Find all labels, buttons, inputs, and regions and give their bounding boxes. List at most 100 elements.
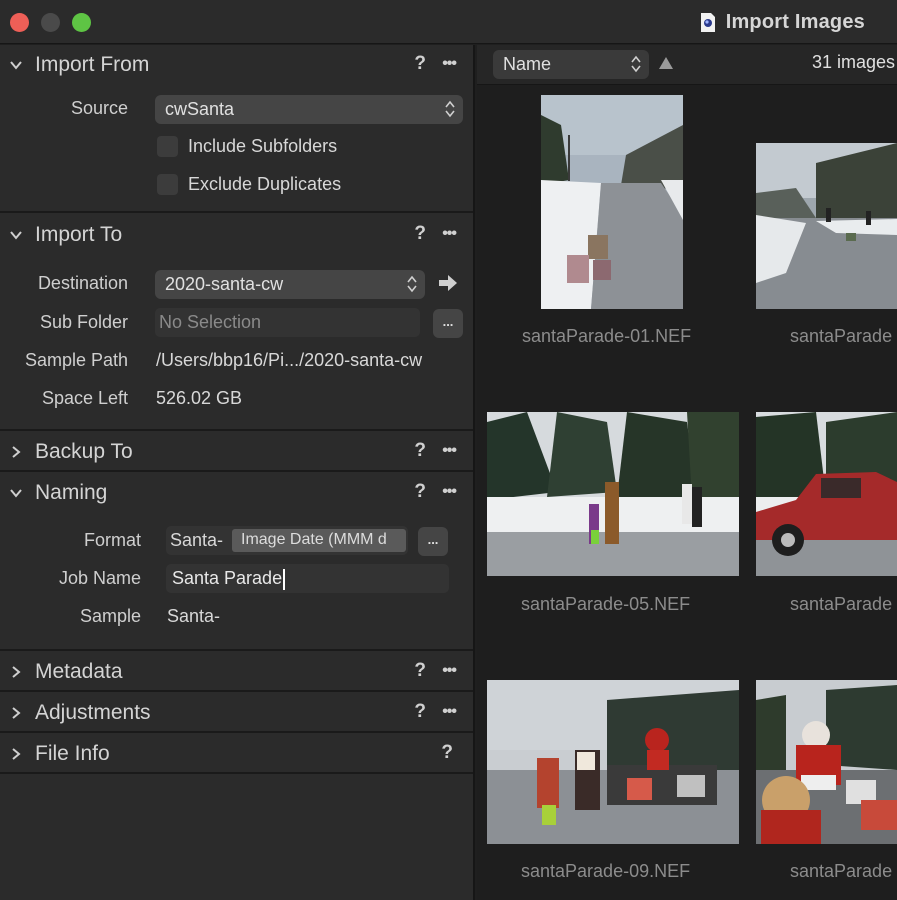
exclude-duplicates-checkbox[interactable] [157, 174, 178, 195]
chevron-updown-icon [407, 275, 417, 293]
space-left-value: 526.02 GB [156, 388, 243, 408]
include-subfolders-label[interactable]: Include Subfolders [188, 136, 337, 157]
section-title: Metadata [35, 660, 123, 683]
chevron-right-icon[interactable] [9, 445, 23, 459]
source-value: cwSanta [165, 99, 235, 119]
chevron-down-icon[interactable] [9, 58, 23, 72]
job-name-label: Job Name [58, 568, 141, 588]
subfolder-browse-button[interactable]: ... [433, 309, 463, 338]
exclude-duplicates-label[interactable]: Exclude Duplicates [188, 174, 341, 195]
sample-value: Santa- [167, 606, 221, 626]
help-button[interactable]: ? [441, 742, 453, 764]
section-metadata[interactable]: Metadata ? ••• [0, 652, 473, 692]
section-divider [0, 211, 473, 213]
thumbnail-photo [756, 412, 897, 576]
thumbnail-filename: santaParade [790, 861, 893, 881]
job-name-input[interactable]: Santa Parade [166, 564, 449, 593]
section-title: Adjustments [35, 701, 151, 724]
section-divider [0, 731, 473, 733]
format-prefix: Santa- [170, 530, 224, 550]
more-options-button[interactable]: ••• [442, 442, 457, 460]
thumbnail-image[interactable] [756, 412, 897, 576]
thumbnail-photo [541, 95, 683, 309]
thumbnail-photo [487, 680, 739, 844]
browser-toolbar: Name 31 images [477, 45, 897, 85]
title-bar: Import Images [0, 0, 897, 44]
sample-label: Sample [79, 606, 141, 626]
thumbnail-image[interactable] [487, 412, 739, 576]
window-title-text: Import Images [725, 10, 865, 33]
help-button[interactable]: ? [414, 481, 426, 503]
format-label: Format [83, 530, 141, 550]
thumbnail-filename: santaParade [790, 326, 893, 346]
section-divider [0, 649, 473, 651]
thumbnail-filename: santaParade [790, 594, 893, 614]
chevron-updown-icon [631, 55, 641, 73]
thumbnail-photo [756, 143, 897, 309]
help-button[interactable]: ? [414, 660, 426, 682]
subfolder-field[interactable]: No Selection [155, 308, 420, 337]
thumbnail-filename: santaParade-05.NEF [521, 594, 691, 614]
section-title: File Info [35, 742, 110, 765]
arrow-right-icon[interactable] [438, 274, 458, 292]
more-options-button[interactable]: ••• [442, 703, 457, 721]
sort-ascending-icon[interactable] [658, 56, 674, 70]
job-name-value: Santa Parade [172, 568, 285, 590]
more-options-button[interactable]: ••• [442, 662, 457, 680]
thumbnail-image[interactable] [756, 680, 897, 844]
source-select[interactable]: cwSanta [155, 95, 463, 124]
sample-path-value: /Users/bbp16/Pi.../2020-santa-cw [156, 350, 423, 370]
chevron-down-icon[interactable] [9, 228, 23, 242]
chevron-right-icon[interactable] [9, 665, 23, 679]
format-field[interactable]: Santa- Image Date (MMM d [166, 526, 408, 555]
section-title: Naming [35, 481, 108, 504]
section-title: Import To [35, 223, 123, 246]
more-options-button[interactable]: ••• [442, 55, 457, 73]
format-options-button[interactable]: ... [418, 527, 448, 556]
thumbnail-photo [487, 412, 739, 576]
thumbnail-image[interactable] [756, 143, 897, 309]
section-import-to[interactable]: Import To ? ••• [0, 215, 473, 255]
section-divider [0, 470, 473, 472]
zoom-window-button[interactable] [72, 13, 91, 32]
import-settings-panel: Import From ? ••• Source cwSanta Include… [0, 45, 475, 900]
help-button[interactable]: ? [414, 53, 426, 75]
section-adjustments[interactable]: Adjustments ? ••• [0, 693, 473, 733]
section-naming[interactable]: Naming ? ••• [0, 473, 473, 513]
include-subfolders-checkbox[interactable] [157, 136, 178, 157]
section-import-from[interactable]: Import From ? ••• [0, 45, 473, 85]
space-left-label: Space Left [41, 388, 128, 408]
help-button[interactable]: ? [414, 223, 426, 245]
section-title: Backup To [35, 440, 133, 463]
chevron-right-icon[interactable] [9, 747, 23, 761]
text-caret [283, 568, 285, 590]
chevron-updown-icon [445, 100, 455, 118]
section-backup-to[interactable]: Backup To ? ••• [0, 432, 473, 472]
subfolder-label: Sub Folder [39, 312, 128, 332]
section-divider [0, 690, 473, 692]
more-options-button[interactable]: ••• [442, 225, 457, 243]
destination-label: Destination [37, 273, 128, 293]
source-label: Source [70, 98, 128, 118]
subfolder-placeholder: No Selection [159, 312, 262, 332]
chevron-down-icon[interactable] [9, 486, 23, 500]
thumbnail-filename: santaParade-01.NEF [522, 326, 692, 346]
help-button[interactable]: ? [414, 701, 426, 723]
section-divider [0, 772, 473, 774]
section-file-info[interactable]: File Info ? [0, 734, 473, 774]
help-button[interactable]: ? [414, 440, 426, 462]
format-token[interactable]: Image Date (MMM d [232, 529, 406, 552]
minimize-window-button[interactable] [41, 13, 60, 32]
thumbnail-filename: santaParade-09.NEF [521, 861, 691, 881]
sample-path-label: Sample Path [24, 350, 128, 370]
close-window-button[interactable] [10, 13, 29, 32]
destination-value: 2020-santa-cw [165, 274, 284, 294]
thumbnail-image[interactable] [541, 95, 683, 309]
section-divider [0, 429, 473, 431]
more-options-button[interactable]: ••• [442, 483, 457, 501]
sort-field-value: Name [503, 54, 552, 74]
destination-select[interactable]: 2020-santa-cw [155, 270, 425, 299]
sort-select[interactable]: Name [493, 50, 649, 79]
thumbnail-image[interactable] [487, 680, 739, 844]
chevron-right-icon[interactable] [9, 706, 23, 720]
